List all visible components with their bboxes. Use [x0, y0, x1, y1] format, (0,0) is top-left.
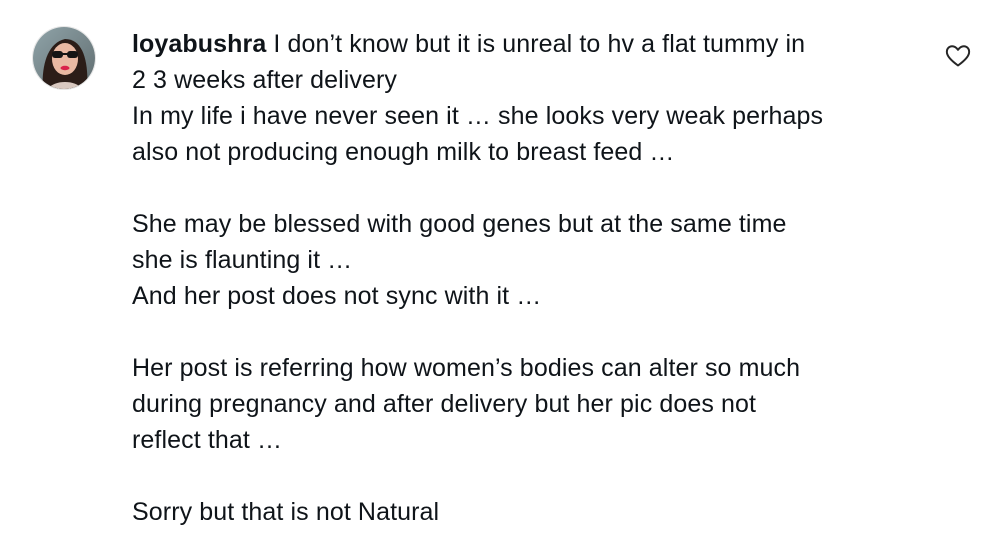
comment-line: also not producing enough milk to breast… [132, 138, 675, 166]
comment-line: In my life i have never seen it … she lo… [132, 102, 824, 130]
comment-line: reflect that … [132, 426, 283, 454]
like-button[interactable] [945, 44, 971, 68]
avatar-photo [33, 27, 95, 89]
comment-line: during pregnancy and after delivery but … [132, 390, 757, 418]
comment-line-text: I don’t know but it is unreal to hv a fl… [273, 30, 806, 58]
comment-line: She may be blessed with good genes but a… [132, 210, 787, 238]
comment-line: she is flaunting it … [132, 246, 353, 274]
avatar[interactable] [32, 26, 96, 90]
comment-line: And her post does not sync with it … [132, 282, 542, 310]
comment-line: 2 3 weeks after delivery [132, 66, 398, 94]
comment-line: Sorry but that is not Natural [132, 498, 440, 526]
comment-line: Her post is referring how women’s bodies… [132, 354, 801, 382]
comment-line: loyabushra I don’t know but it is unreal… [132, 26, 932, 62]
comment-username[interactable]: loyabushra [132, 30, 266, 58]
comment-item: loyabushra I don’t know but it is unreal… [0, 0, 998, 536]
comment-text: loyabushra I don’t know but it is unreal… [132, 26, 932, 530]
heart-outline-icon [945, 45, 971, 67]
